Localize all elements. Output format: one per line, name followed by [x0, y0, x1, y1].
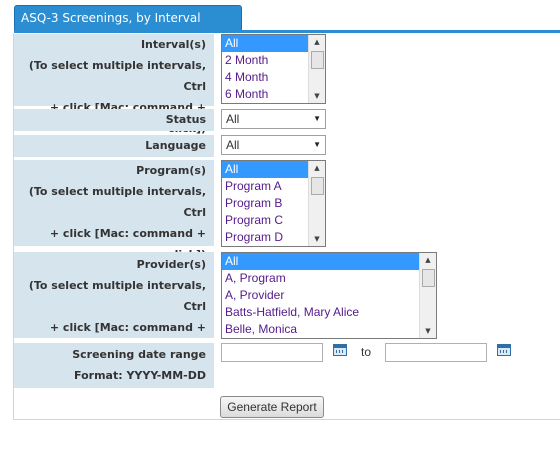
programs-label-cell: Program(s) (To select multiple intervals…: [14, 160, 214, 261]
providers-label: Provider(s): [136, 258, 206, 271]
status-label: Status: [165, 113, 206, 126]
scroll-thumb[interactable]: [311, 177, 324, 195]
chevron-down-icon: ▼: [313, 114, 321, 123]
language-select[interactable]: All ▼: [221, 135, 326, 155]
providers-label-cell: Provider(s) (To select multiple interval…: [14, 252, 214, 355]
status-label-cell: Status: [14, 109, 214, 131]
calendar-icon[interactable]: [497, 344, 511, 356]
programs-listbox[interactable]: All Program A Program B Program C Progra…: [221, 160, 326, 247]
programs-scrollbar[interactable]: ▲ ▼: [308, 161, 325, 246]
calendar-icon[interactable]: [333, 344, 347, 356]
generate-report-button[interactable]: Generate Report: [220, 396, 324, 418]
providers-listbox[interactable]: All A, Program A, Provider Batts-Hatfiel…: [221, 252, 437, 339]
language-label-cell: Language: [14, 135, 214, 157]
language-label: Language: [145, 139, 206, 152]
intervals-label-cell: Interval(s) (To select multiple interval…: [14, 34, 214, 135]
chevron-down-icon: ▼: [313, 140, 321, 149]
scroll-up-icon[interactable]: ▲: [309, 35, 325, 49]
status-value: All: [226, 112, 240, 126]
date-range-separator: to: [361, 345, 372, 359]
intervals-hint-line1: (To select multiple intervals, Ctrl: [28, 59, 206, 93]
tab-asq3-report[interactable]: ASQ-3 Screenings, by Interval Report: [14, 5, 242, 50]
language-value: All: [226, 138, 240, 152]
intervals-scrollbar[interactable]: ▲ ▼: [308, 35, 325, 103]
intervals-label: Interval(s): [140, 38, 206, 51]
providers-hint-line1: (To select multiple intervals, Ctrl: [28, 279, 206, 313]
scroll-down-icon[interactable]: ▼: [420, 324, 436, 338]
provider-option[interactable]: Batts-Hatfield, Mary Alice: [222, 304, 436, 321]
providers-scrollbar[interactable]: ▲ ▼: [419, 253, 436, 338]
scroll-up-icon[interactable]: ▲: [309, 161, 325, 175]
date-to-input[interactable]: [385, 343, 487, 362]
scroll-thumb[interactable]: [422, 269, 435, 287]
date-range-label-cell: Screening date range Format: YYYY-MM-DD: [14, 343, 214, 388]
provider-option[interactable]: A, Program: [222, 270, 436, 287]
intervals-listbox[interactable]: All 2 Month 4 Month 6 Month ▲ ▼: [221, 34, 326, 104]
date-format-hint: Format: YYYY-MM-DD: [74, 369, 206, 382]
scroll-down-icon[interactable]: ▼: [309, 232, 325, 246]
date-from-input[interactable]: [221, 343, 323, 362]
provider-option[interactable]: A, Provider: [222, 287, 436, 304]
programs-label: Program(s): [136, 164, 206, 177]
status-select[interactable]: All ▼: [221, 109, 326, 129]
date-range-label: Screening date range: [72, 348, 206, 361]
scroll-up-icon[interactable]: ▲: [420, 253, 436, 267]
scroll-down-icon[interactable]: ▼: [309, 89, 325, 103]
scroll-thumb[interactable]: [311, 51, 324, 69]
provider-option[interactable]: All: [222, 253, 436, 270]
provider-option[interactable]: Belle, Monica: [222, 321, 436, 338]
programs-hint-line1: (To select multiple intervals, Ctrl: [28, 185, 206, 219]
